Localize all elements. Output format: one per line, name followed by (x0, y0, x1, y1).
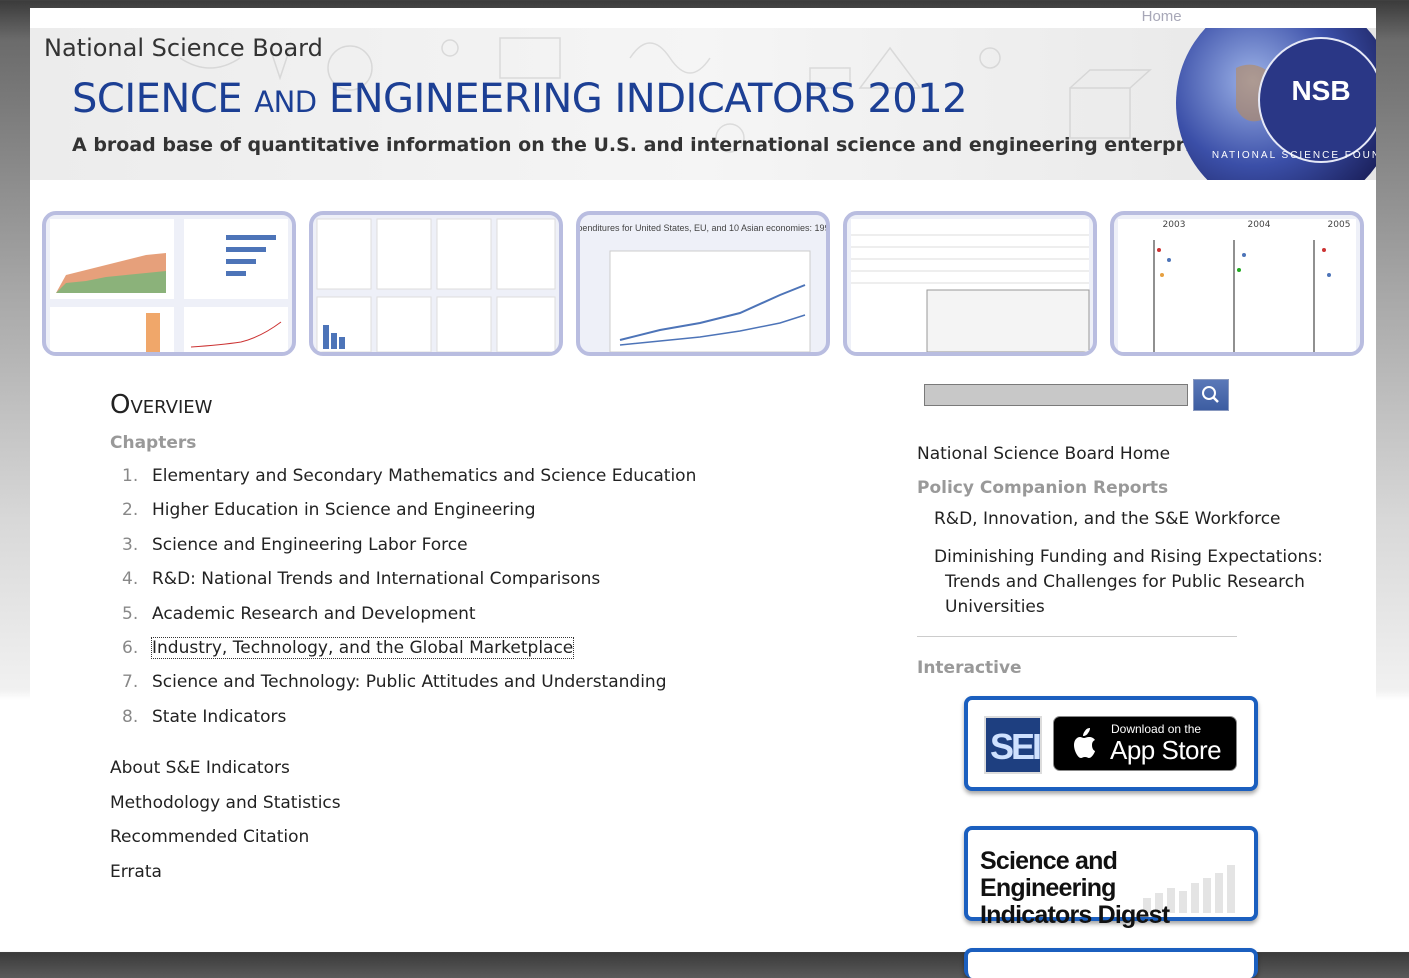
chapter-item: 5. Academic Research and Development (122, 604, 696, 638)
thumbnail-year: 2005 (1328, 220, 1351, 230)
nsb-seal-logo: NSB NATIONAL SCIENCE FOUNDATION (1176, 28, 1376, 180)
search-input[interactable] (924, 384, 1188, 406)
thumbnail-line-chart[interactable]: R&D expenditures for United States, EU, … (576, 211, 830, 356)
chapter-list: 1. Elementary and Secondary Mathematics a… (122, 466, 696, 741)
separator: | (1302, 8, 1307, 25)
org-label: National Science Board (44, 34, 323, 62)
chapter-number: 8. (122, 706, 139, 727)
app-store-text: App Store (1110, 735, 1222, 765)
methodology-link[interactable]: Methodology and Statistics (110, 793, 341, 828)
sei-logo-text: SEI (990, 726, 1042, 767)
chapter-number: 5. (122, 603, 139, 624)
chapter-link[interactable]: R&D: National Trends and International C… (152, 569, 600, 589)
chapter-number: 7. (122, 672, 139, 693)
title-part: ENGINEERING INDICATORS 2012 (316, 76, 968, 122)
chapter-number: 1. (122, 466, 139, 486)
thumbnail-strip: R&D expenditures for United States, EU, … (42, 211, 1372, 356)
chapter-item: 8. State Indicators (122, 707, 696, 741)
policy-report-line: Diminishing Funding and Rising Expectati… (934, 547, 1323, 567)
top-links: Home | PDF | Text Only | Help (1142, 8, 1342, 25)
home-link[interactable]: Home (1142, 8, 1182, 25)
title-and: AND (254, 85, 317, 119)
separator: | (1184, 8, 1189, 25)
citation-link[interactable]: Recommended Citation (110, 827, 341, 862)
thumbnail-data-table[interactable] (843, 211, 1097, 356)
separator: | (1224, 8, 1230, 25)
thumbnail-chart-title: R&D expenditures for United States, EU, … (580, 223, 826, 233)
chapter-number: 4. (122, 569, 139, 590)
chapters-label: Chapters (110, 433, 197, 453)
chapter-link[interactable]: Science and Technology: Public Attitudes… (152, 672, 667, 692)
sei-logo: SEI (984, 716, 1042, 774)
seal-text: NATIONAL SCIENCE FOUNDATION (1212, 150, 1376, 161)
digest-badge[interactable]: Science and Engineering Indicators Diges… (964, 826, 1258, 929)
additional-badge[interactable] (964, 948, 1258, 978)
pdf-link[interactable]: PDF (1192, 8, 1222, 25)
policy-report-line: Trends and Challenges for Public Researc… (945, 572, 1305, 592)
thumbnail-year: 2004 (1248, 220, 1271, 230)
app-store-badge[interactable]: SEI Download on the App Store (964, 696, 1258, 791)
chapter-item: 6. Industry, Technology, and the Global M… (122, 636, 696, 672)
chapter-link[interactable]: Industry, Technology, and the Global Mar… (150, 636, 575, 659)
digest-title: Science and Engineering Indicators Diges… (980, 848, 1254, 929)
overview-links: About S&E Indicators Methodology and Sta… (110, 758, 341, 896)
text-only-link[interactable]: Text Only (1232, 8, 1299, 25)
chapter-link[interactable]: Elementary and Secondary Mathematics and… (152, 466, 696, 486)
chapter-item: 3. Science and Engineering Labor Force (122, 535, 696, 569)
chapter-number: 3. (122, 534, 139, 555)
thumbnail-year: 2003 (1163, 220, 1186, 230)
chapter-link[interactable]: Higher Education in Science and Engineer… (152, 500, 536, 520)
chapter-link[interactable]: Science and Engineering Labor Force (152, 535, 468, 555)
search-button[interactable] (1193, 379, 1229, 411)
about-link[interactable]: About S&E Indicators (110, 758, 341, 793)
policy-reports-label: Policy Companion Reports (917, 478, 1169, 498)
chapter-item: 7. Science and Technology: Public Attitud… (122, 672, 696, 706)
chapter-link[interactable]: Academic Research and Development (152, 604, 476, 624)
header-banner: National Science Board SCIENCE AND ENGIN… (30, 28, 1376, 180)
page-subtitle: A broad base of quantitative information… (72, 134, 1216, 156)
page-container: Home | PDF | Text Only | Help National Science… (30, 8, 1376, 978)
title-part: SCIENCE (72, 76, 255, 122)
digest-line: Science and Engineering (980, 847, 1118, 902)
chapter-item: 2. Higher Education in Science and Engine… (122, 500, 696, 534)
interactive-label: Interactive (917, 658, 1022, 678)
digest-line: Indicators Digest (980, 901, 1170, 929)
overview-heading: Overview (110, 390, 213, 420)
app-store-button[interactable]: Download on the App Store (1053, 716, 1237, 771)
thumbnail-figure-grid[interactable] (309, 211, 563, 356)
chapter-item: 1. Elementary and Secondary Mathematics a… (122, 466, 696, 500)
apple-icon (1074, 728, 1095, 758)
help-link[interactable]: Help (1309, 8, 1342, 25)
divider (917, 636, 1237, 637)
page-title: SCIENCE AND ENGINEERING INDICATORS 2012 (72, 76, 968, 122)
thumbnail-dot-plot[interactable]: 2003 2004 2005 (1110, 211, 1364, 356)
search-icon (1202, 386, 1219, 403)
thumbnail-area-charts[interactable] (42, 211, 296, 356)
chapter-number: 2. (122, 500, 139, 521)
policy-report-link[interactable]: R&D, Innovation, and the S&E Workforce (934, 509, 1281, 529)
errata-link[interactable]: Errata (110, 862, 341, 897)
chapter-item: 4. R&D: National Trends and International… (122, 569, 696, 603)
nsb-home-link[interactable]: National Science Board Home (917, 444, 1170, 464)
chapter-link[interactable]: State Indicators (152, 707, 286, 727)
download-on-text: Download on the (1111, 722, 1202, 736)
policy-report-line: Universities (945, 597, 1045, 617)
seal-monogram: NSB (1291, 75, 1350, 106)
policy-report-link[interactable]: Diminishing Funding and Rising Expectati… (934, 545, 1354, 620)
chapter-number: 6. (122, 637, 139, 658)
